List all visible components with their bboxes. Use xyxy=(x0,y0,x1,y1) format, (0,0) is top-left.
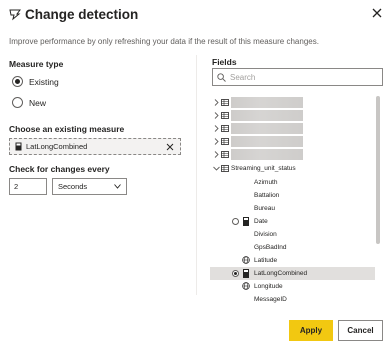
interval-unit-value: Seconds xyxy=(58,182,88,191)
interval-value-input[interactable]: 2 xyxy=(9,178,47,195)
redacted-table-name xyxy=(231,136,303,147)
table-icon xyxy=(221,99,229,106)
radio-existing[interactable]: Existing xyxy=(12,76,59,87)
field-name: Division xyxy=(254,231,277,238)
field-row[interactable]: MessageID xyxy=(210,293,375,304)
field-row[interactable]: Azimuth xyxy=(210,176,375,189)
dialog-header: Change detection xyxy=(8,6,138,22)
table-icon xyxy=(221,151,229,158)
column-divider xyxy=(196,55,197,295)
field-name: Azimuth xyxy=(254,179,278,186)
remove-measure-icon[interactable] xyxy=(166,143,174,151)
chevron-right-icon[interactable] xyxy=(213,125,220,132)
table-icon xyxy=(221,138,229,145)
field-row-longitude[interactable]: Longitude xyxy=(210,280,375,293)
search-icon xyxy=(217,72,226,82)
apply-button[interactable]: Apply xyxy=(289,320,333,341)
globe-icon xyxy=(242,256,250,264)
field-row[interactable]: Battalion xyxy=(210,189,375,202)
table-row-streaming-unit-status[interactable]: Streaming_unit_status xyxy=(210,162,375,175)
table-row[interactable] xyxy=(210,122,375,135)
field-name: MessageID xyxy=(254,296,287,303)
check-interval-label: Check for changes every xyxy=(9,164,110,174)
fields-tree: Streaming_unit_status Azimuth Battalion … xyxy=(210,92,380,304)
chevron-right-icon[interactable] xyxy=(213,99,220,106)
selected-measure-pill[interactable]: LatLongCombined xyxy=(9,138,181,155)
chevron-down-icon xyxy=(114,184,121,189)
calculator-icon xyxy=(243,269,249,278)
dialog-title: Change detection xyxy=(25,6,139,22)
chevron-right-icon[interactable] xyxy=(213,112,220,119)
chevron-right-icon[interactable] xyxy=(213,138,220,145)
fields-label: Fields xyxy=(212,57,237,67)
table-row[interactable] xyxy=(210,135,375,148)
table-row[interactable] xyxy=(210,96,375,109)
table-row[interactable] xyxy=(210,148,375,161)
selected-measure-name: LatLongCombined xyxy=(26,142,88,151)
radio-new-label: New xyxy=(29,97,47,108)
chevron-down-icon[interactable] xyxy=(213,165,220,172)
fields-scrollbar[interactable] xyxy=(376,96,380,244)
cancel-button[interactable]: Cancel xyxy=(338,320,383,341)
field-row[interactable]: Division xyxy=(210,228,375,241)
close-icon[interactable] xyxy=(370,6,384,20)
field-row-date[interactable]: Date xyxy=(210,215,375,228)
table-name: Streaming_unit_status xyxy=(231,165,296,172)
radio-new[interactable]: New xyxy=(12,97,46,108)
redacted-table-name xyxy=(231,123,303,134)
field-row-latlongcombined[interactable]: LatLongCombined xyxy=(210,267,375,280)
calculator-icon xyxy=(243,217,249,226)
field-name: Bureau xyxy=(254,205,275,212)
field-name: Latitude xyxy=(254,257,278,264)
field-name: LatLongCombined xyxy=(254,270,308,277)
measure-type-label: Measure type xyxy=(9,59,64,69)
change-detection-dialog: Change detection Improve performance by … xyxy=(0,0,391,351)
field-name: Date xyxy=(254,218,268,225)
field-row[interactable]: GpsBadInd xyxy=(210,241,375,254)
field-name: Longitude xyxy=(254,283,283,290)
table-icon xyxy=(221,165,229,172)
fields-search-input[interactable]: Search xyxy=(212,68,383,86)
calculator-icon xyxy=(15,142,22,151)
existing-measure-label: Choose an existing measure xyxy=(9,124,125,134)
field-name: Battalion xyxy=(254,192,280,199)
radio-existing-label: Existing xyxy=(29,76,59,87)
interval-unit-select[interactable]: Seconds xyxy=(52,178,127,195)
globe-icon xyxy=(242,282,250,290)
change-detection-icon xyxy=(9,9,21,21)
redacted-table-name xyxy=(231,149,303,160)
field-radio[interactable] xyxy=(232,218,239,225)
search-placeholder: Search xyxy=(230,72,256,82)
dialog-description: Improve performance by only refreshing y… xyxy=(9,37,319,46)
radio-existing-indicator[interactable] xyxy=(12,76,23,87)
chevron-right-icon[interactable] xyxy=(213,151,220,158)
table-icon xyxy=(221,112,229,119)
table-icon xyxy=(221,125,229,132)
redacted-table-name xyxy=(231,97,303,108)
field-name: GpsBadInd xyxy=(254,244,287,251)
redacted-table-name xyxy=(231,110,303,121)
table-row[interactable] xyxy=(210,109,375,122)
field-radio[interactable] xyxy=(232,270,239,277)
field-row-latitude[interactable]: Latitude xyxy=(210,254,375,267)
field-row[interactable]: Bureau xyxy=(210,202,375,215)
radio-new-indicator[interactable] xyxy=(12,97,23,108)
